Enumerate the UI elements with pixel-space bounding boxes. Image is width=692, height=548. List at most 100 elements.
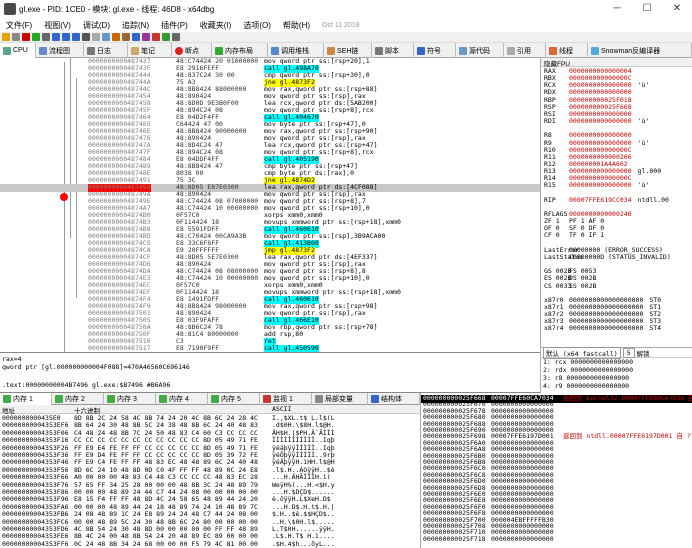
breakpoint-icon [175,46,183,55]
graph-icon [39,46,47,55]
menu-options[interactable]: 选项(O) [237,20,277,31]
disassembly-pane[interactable]: 0000000000487437 48:C74424 20 01000000 mov… [0,58,540,353]
pause-icon[interactable] [42,33,50,41]
menu-plugins[interactable]: 插件(P) [155,20,194,31]
threads-icon [549,46,557,55]
tab-label: 内存 2 [65,396,85,403]
info-line: qword ptr [gl.000000000004F088]=470A4656… [2,363,190,371]
step-out-icon[interactable] [72,33,80,41]
argument-row: 4: r9 0000000000000000 [543,382,630,390]
snowman-icon [591,46,599,55]
script-icon [375,46,383,55]
argument-count-spinner[interactable]: 5 [622,347,635,358]
tab-dump-5[interactable]: 内存 5 [208,393,260,405]
tab-dump-1[interactable]: 内存 1 [0,393,52,405]
settings-icon[interactable] [172,33,180,41]
close-button[interactable]: ✕ [662,0,692,18]
register-comment: 'ù' [637,81,650,90]
dump-header: 地址 十六进制 ASCII [0,405,420,415]
tab-threads[interactable]: 线程 [546,43,588,58]
function-icon[interactable] [152,33,160,41]
tab-breakpoints[interactable]: 断点 [172,43,212,58]
stack-pane[interactable]: 000000000025F668 00007FFE60CA7034 返回到 kern… [420,393,692,548]
source-icon [459,46,467,55]
register-comment: 'ù' [637,138,650,147]
dump-row[interactable]: 00000000004353FF6 0C 24 48 8B 34 24 68 00… [0,539,420,548]
tab-cpu[interactable]: CPU [0,43,36,58]
tab-label: 监视 1 [273,396,293,403]
open-icon[interactable] [2,33,10,41]
argument-row: 3: r8 0000000000000000 [543,374,630,382]
tab-dump-4[interactable]: 内存 4 [156,393,208,405]
build-date: Oct 11 2018 [322,21,360,29]
dump-icon [211,395,219,403]
tab-references[interactable]: 引用 [504,43,546,58]
step-into-icon[interactable] [52,33,60,41]
tab-label: SEH链 [337,47,359,55]
references-icon [507,46,515,55]
toolbar [0,32,692,43]
menu-trace[interactable]: 追踪(N) [116,20,155,31]
tab-log[interactable]: 日志 [84,43,128,58]
hex-dump-pane[interactable]: 地址 十六进制 ASCII 0000000000435E0 8D 8B 2C 24… [0,405,420,548]
register-row[interactable]: x87r4 0000000000000000000 ST4 [544,325,661,333]
argument-row: 1: rcx 0000000000000000 [543,358,634,366]
tab-call-stack[interactable]: 调用堆栈 [268,43,324,58]
dump-address: 00000000004353FF6 [2,539,69,548]
tab-watch-1[interactable]: 监视 1 [260,393,312,405]
argument-row: 2: rdx 0000000000000000 [543,366,634,374]
arguments-pane: 默认 (x64 fastcall) 5 解锁 1: rcx 0000000000… [540,346,692,393]
unlock-checkbox-label[interactable]: 解锁 [637,348,650,358]
tab-dump-2[interactable]: 内存 2 [52,393,104,405]
tab-locals[interactable]: 局部变量 [312,393,368,405]
dump-hex: 0C 24 48 8B 34 24 68 00 00 00 F5 79 4C 8… [74,539,258,548]
tab-script[interactable]: 脚本 [372,43,414,58]
tab-label: 局部变量 [325,396,353,403]
menu-bar: 文件(F) 视图(V) 调试(D) 追踪(N) 插件(P) 收藏夹(I) 选项(… [0,18,692,32]
callstack-icon [271,46,279,55]
minimize-button[interactable]: ─ [602,0,632,18]
tab-notes[interactable]: 笔记 [128,43,172,58]
run-icon[interactable] [32,33,40,41]
maximize-button[interactable]: ☐ [632,0,662,18]
find-icon[interactable] [162,33,170,41]
tab-dump-3[interactable]: 内存 3 [104,393,156,405]
menu-debug[interactable]: 调试(D) [77,20,116,31]
tab-label: 内存 5 [221,396,241,403]
animate-icon[interactable] [92,33,100,41]
stack-row[interactable]: 000000000025F718 0000000000000000 [421,535,692,544]
struct-icon [371,395,379,403]
stop-icon[interactable] [22,33,30,41]
tab-snowman[interactable]: Snowman反编译器 [588,43,692,58]
notes-icon [131,46,139,55]
registers-pane[interactable]: 隐藏FPU RAX 0000000000000004 RBX 000000000000… [540,58,692,353]
tab-struct[interactable]: 结构体 [368,393,420,405]
menu-help[interactable]: 帮助(H) [277,20,316,31]
patch-icon[interactable] [112,33,120,41]
log-icon [87,46,95,55]
bookmark-icon[interactable] [142,33,150,41]
restart-icon[interactable] [12,33,20,41]
menu-file[interactable]: 文件(F) [0,20,38,31]
menu-view[interactable]: 视图(V) [38,20,77,31]
step-over-icon[interactable] [62,33,70,41]
run-to-user-icon[interactable] [82,33,90,41]
label-icon[interactable] [132,33,140,41]
tab-label: 笔记 [141,47,155,55]
tab-memory-map[interactable]: 内存布局 [212,43,268,58]
menu-favourites[interactable]: 收藏夹(I) [194,20,238,31]
trace-icon[interactable] [102,33,110,41]
register-value: 0000000000000000 [569,181,632,190]
tab-graph[interactable]: 流程图 [36,43,84,58]
dump-ascii: .$H.4$h...õyL... [272,539,335,548]
tab-symbols[interactable]: 符号 [414,43,456,58]
register-comment: ST4 [649,324,662,333]
comment-icon[interactable] [122,33,130,41]
app-bug-icon [4,3,16,15]
calling-convention-select[interactable]: 默认 (x64 fastcall) [543,346,621,359]
tab-source[interactable]: 源代码 [456,43,504,58]
tab-seh[interactable]: SEH链 [324,43,372,58]
tab-label: 结构体 [381,396,402,403]
hide-fpu-toggle[interactable]: 隐藏FPU [541,58,692,68]
cpu-icon [3,46,11,55]
